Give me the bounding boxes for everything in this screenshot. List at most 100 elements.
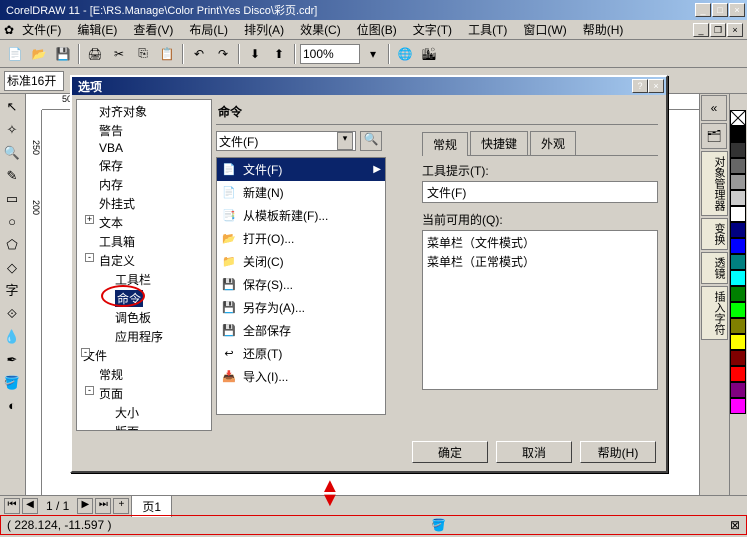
tree-item[interactable]: 内存	[79, 175, 209, 194]
blend-tool-icon[interactable]: ⟐	[1, 303, 23, 325]
chevron-down-icon[interactable]: ▾	[337, 132, 353, 150]
menu-arrange[interactable]: 排列(A)	[236, 19, 292, 40]
collapse-icon[interactable]: -	[85, 386, 94, 395]
open-icon[interactable]: 📂	[28, 43, 50, 65]
first-page-button[interactable]: ⏮	[4, 498, 20, 514]
collapse-icon[interactable]: -	[81, 348, 90, 357]
command-item[interactable]: 💾全部保存	[217, 319, 385, 342]
command-item[interactable]: 📂打开(O)...	[217, 227, 385, 250]
tree-item[interactable]: 应用程序	[79, 327, 209, 346]
command-item[interactable]: 📄新建(N)	[217, 181, 385, 204]
tree-item[interactable]: VBA	[79, 140, 209, 156]
color-swatch[interactable]	[730, 350, 746, 366]
tree-item[interactable]: +文本	[79, 213, 209, 232]
interactive-fill-icon[interactable]: ◐	[1, 395, 23, 417]
next-page-button[interactable]: ▶	[77, 498, 93, 514]
ok-button[interactable]: 确定	[412, 441, 488, 463]
maximize-button[interactable]: □	[712, 3, 728, 17]
save-icon[interactable]: 💾	[52, 43, 74, 65]
new-icon[interactable]: 📄	[4, 43, 26, 65]
collapse-icon[interactable]: -	[85, 253, 94, 262]
color-swatch[interactable]	[730, 270, 746, 286]
color-swatch[interactable]	[730, 398, 746, 414]
dialog-help-button[interactable]: ?	[632, 79, 648, 93]
menu-edit[interactable]: 编辑(E)	[69, 19, 125, 40]
last-page-button[interactable]: ⏭	[95, 498, 111, 514]
pick-tool-icon[interactable]: ↖	[1, 96, 23, 118]
tree-item[interactable]: 调色板	[79, 308, 209, 327]
color-swatch[interactable]	[730, 142, 746, 158]
freehand-tool-icon[interactable]: ✎	[1, 165, 23, 187]
zoom-tool-icon[interactable]: 🔍	[1, 142, 23, 164]
zoom-dropdown-icon[interactable]: ▾	[362, 43, 384, 65]
docker-insert-char[interactable]: 插入字符	[701, 286, 728, 340]
add-page-button[interactable]: +	[113, 498, 129, 514]
tree-item-document[interactable]: -文件	[79, 346, 209, 365]
paste-icon[interactable]: 📋	[156, 43, 178, 65]
command-list[interactable]: 📄文件(F)▶ 📄新建(N) 📑从模板新建(F)... 📂打开(O)... 📁关…	[216, 157, 386, 415]
tab-appearance[interactable]: 外观	[530, 131, 576, 155]
tree-item[interactable]: 工具箱	[79, 232, 209, 251]
corel-online-icon[interactable]: 🌐	[394, 43, 416, 65]
color-swatch[interactable]	[730, 126, 746, 142]
color-swatch[interactable]	[730, 190, 746, 206]
tree-item[interactable]: 保存	[79, 156, 209, 175]
outline-tool-icon[interactable]: ✒	[1, 349, 23, 371]
no-color-swatch[interactable]	[730, 110, 746, 126]
menu-file[interactable]: 文件(F)	[14, 19, 69, 40]
tree-item[interactable]: 常规	[79, 365, 209, 384]
tab-shortcut[interactable]: 快捷键	[470, 131, 528, 155]
copy-icon[interactable]: ⎘	[132, 43, 154, 65]
docker-lens[interactable]: 透镜	[701, 252, 728, 284]
tree-item[interactable]: 工具栏	[79, 270, 209, 289]
cancel-button[interactable]: 取消	[496, 441, 572, 463]
menu-layout[interactable]: 布局(L)	[181, 19, 236, 40]
print-icon[interactable]: 🖨	[84, 43, 106, 65]
color-swatch[interactable]	[730, 158, 746, 174]
zoom-input[interactable]	[300, 44, 360, 64]
tree-item[interactable]: 对齐对象	[79, 102, 209, 121]
category-combo[interactable]: 文件(F) ▾	[216, 131, 356, 151]
fill-tool-icon[interactable]: 🪣	[1, 372, 23, 394]
options-tree[interactable]: 对齐对象 警告 VBA 保存 内存 外挂式 +文本 工具箱 -自定义 工具栏 命…	[76, 99, 212, 431]
help-button[interactable]: 帮助(H)	[580, 441, 656, 463]
tree-item-commands[interactable]: 命令	[79, 289, 209, 308]
eyedropper-icon[interactable]: 💧	[1, 326, 23, 348]
tree-item[interactable]: 警告	[79, 121, 209, 140]
list-item[interactable]: 菜单栏（文件模式）	[427, 233, 653, 252]
ellipse-tool-icon[interactable]: ○	[1, 211, 23, 233]
color-swatch[interactable]	[730, 318, 746, 334]
command-item[interactable]: 💾保存(S)...	[217, 273, 385, 296]
command-item[interactable]: 📥导入(I)...	[217, 365, 385, 388]
tab-general[interactable]: 常规	[422, 132, 468, 156]
shape-tool-icon[interactable]: ✧	[1, 119, 23, 141]
color-swatch[interactable]	[730, 238, 746, 254]
page-tab[interactable]: 页1	[131, 495, 172, 517]
menu-tools[interactable]: 工具(T)	[460, 19, 515, 40]
list-item[interactable]: 菜单栏（正常模式）	[427, 252, 653, 271]
menu-bitmap[interactable]: 位图(B)	[349, 19, 405, 40]
menu-effects[interactable]: 效果(C)	[292, 19, 349, 40]
redo-icon[interactable]: ↷	[212, 43, 234, 65]
docker-object-manager[interactable]: 对象管理器	[701, 151, 728, 216]
basic-shapes-icon[interactable]: ◇	[1, 257, 23, 279]
import-icon[interactable]: ⬇	[244, 43, 266, 65]
close-button[interactable]: ×	[729, 3, 745, 17]
mdi-close[interactable]: ×	[727, 23, 743, 37]
menu-window[interactable]: 窗口(W)	[515, 19, 574, 40]
tree-item-page[interactable]: -页面	[79, 384, 209, 403]
color-swatch[interactable]	[730, 286, 746, 302]
expand-icon[interactable]: +	[85, 215, 94, 224]
text-tool-icon[interactable]: 字	[1, 280, 23, 302]
polygon-tool-icon[interactable]: ⬠	[1, 234, 23, 256]
minimize-button[interactable]: _	[695, 3, 711, 17]
tree-item[interactable]: 大小	[79, 403, 209, 422]
dialog-close-button[interactable]: ×	[648, 79, 664, 93]
menu-text[interactable]: 文字(T)	[405, 19, 460, 40]
color-swatch[interactable]	[730, 222, 746, 238]
tree-item[interactable]: 版面	[79, 422, 209, 431]
paper-size-combo[interactable]	[4, 71, 64, 91]
color-swatch[interactable]	[730, 382, 746, 398]
command-item[interactable]: 📁关闭(C)	[217, 250, 385, 273]
cut-icon[interactable]: ✂	[108, 43, 130, 65]
